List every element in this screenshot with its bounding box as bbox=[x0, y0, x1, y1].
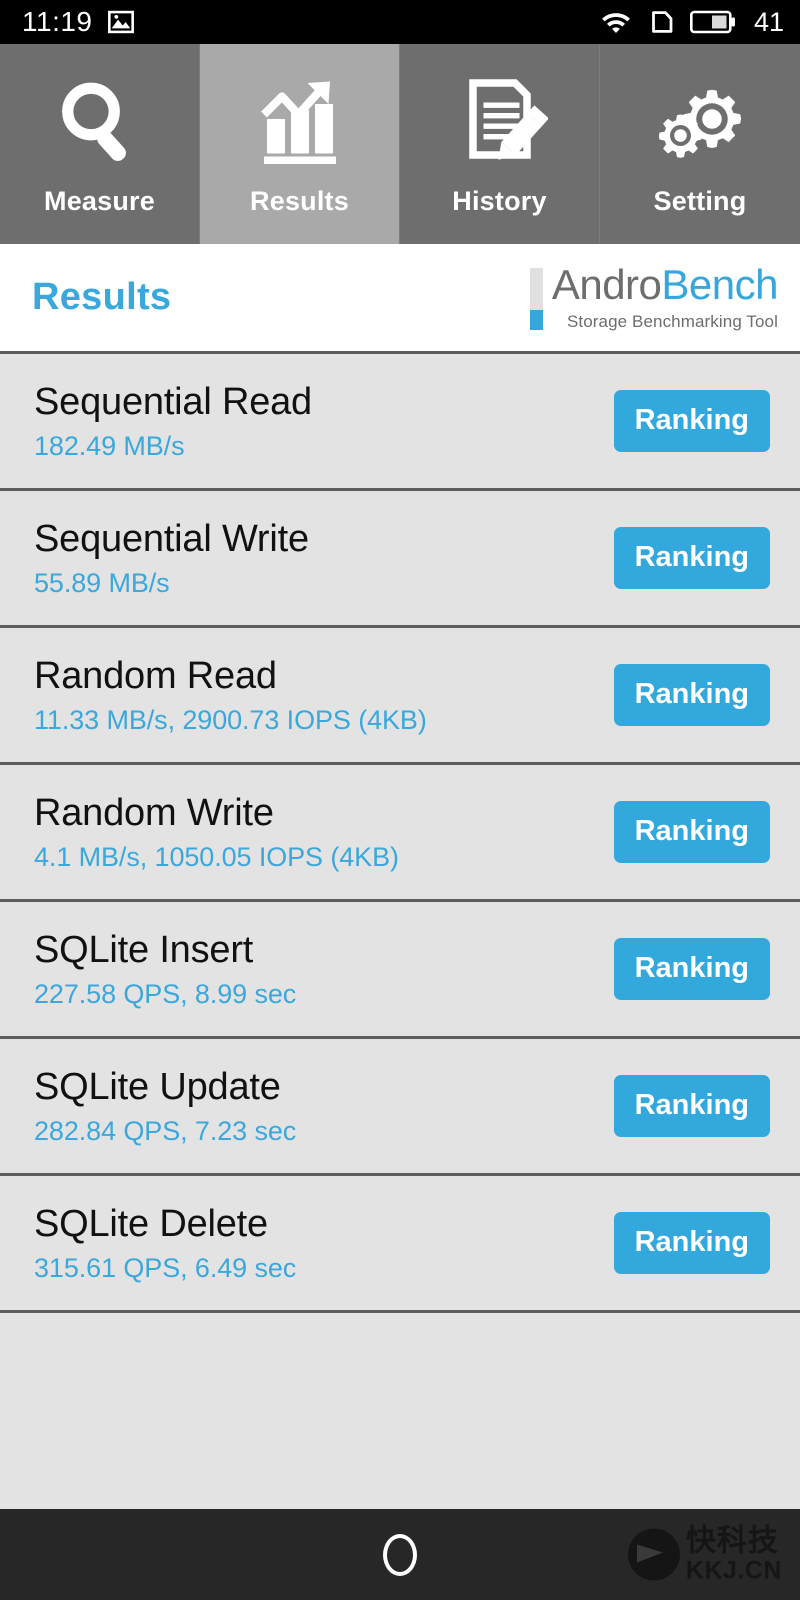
result-value: 11.33 MB/s, 2900.73 IOPS (4KB) bbox=[34, 705, 427, 736]
tab-setting[interactable]: Setting bbox=[600, 44, 800, 244]
status-bar-system-icons: 41 bbox=[600, 7, 784, 38]
logo-wordmark: AndroBench bbox=[551, 260, 779, 308]
result-texts: Sequential Write 55.89 MB/s bbox=[34, 517, 309, 600]
tab-label-results: Results bbox=[250, 186, 349, 216]
battery-level-label: 41 bbox=[753, 6, 784, 37]
wifi-icon bbox=[602, 13, 630, 33]
table-row[interactable]: Random Write 4.1 MB/s, 1050.05 IOPS (4KB… bbox=[0, 765, 800, 902]
watermark-cn-label: 快科技 bbox=[685, 1524, 779, 1557]
logo-bar-top bbox=[529, 267, 543, 310]
tab-label-measure: Measure bbox=[44, 186, 155, 216]
status-bar-notification-icons bbox=[107, 8, 135, 36]
document-pencil-icon bbox=[452, 72, 548, 172]
result-texts: SQLite Delete 315.61 QPS, 6.49 sec bbox=[34, 1202, 296, 1285]
table-row[interactable]: SQLite Update 282.84 QPS, 7.23 sec Ranki… bbox=[0, 1039, 800, 1176]
result-name: Sequential Read bbox=[34, 380, 312, 423]
watermark: 快科技 KKJ.CN bbox=[627, 1526, 782, 1583]
logo-accent-bar bbox=[529, 267, 543, 330]
result-texts: Sequential Read 182.49 MB/s bbox=[34, 380, 312, 463]
result-value: 55.89 MB/s bbox=[34, 568, 170, 599]
table-row[interactable]: SQLite Delete 315.61 QPS, 6.49 sec Ranki… bbox=[0, 1176, 800, 1313]
result-value: 4.1 MB/s, 1050.05 IOPS (4KB) bbox=[34, 842, 399, 873]
battery-icon bbox=[689, 10, 735, 34]
tab-label-setting: Setting bbox=[653, 186, 747, 216]
table-row[interactable]: SQLite Insert 227.58 QPS, 8.99 sec Ranki… bbox=[0, 902, 800, 1039]
logo-word-andro: Andro bbox=[551, 260, 662, 308]
result-texts: Random Read 11.33 MB/s, 2900.73 IOPS (4K… bbox=[34, 654, 427, 737]
result-name: SQLite Delete bbox=[34, 1202, 268, 1245]
status-bar: 11:19 41 bbox=[0, 0, 800, 44]
ranking-button[interactable]: Ranking bbox=[613, 938, 770, 1000]
result-name: SQLite Update bbox=[34, 1065, 281, 1108]
tab-results[interactable]: Results bbox=[200, 44, 400, 244]
ranking-button[interactable]: Ranking bbox=[613, 1075, 770, 1137]
result-value: 315.61 QPS, 6.49 sec bbox=[34, 1253, 297, 1284]
status-bar-clock: 11:19 bbox=[22, 6, 93, 37]
magnifier-icon bbox=[52, 72, 148, 172]
system-navigation-bar: 快科技 KKJ.CN bbox=[0, 1509, 800, 1600]
watermark-text: 快科技 KKJ.CN bbox=[686, 1526, 782, 1583]
watermark-url-label: KKJ.CN bbox=[685, 1556, 782, 1584]
logo-tagline: Storage Benchmarking Tool bbox=[566, 311, 778, 331]
results-list: Sequential Read 182.49 MB/s Ranking Sequ… bbox=[0, 351, 800, 1509]
ranking-button[interactable]: Ranking bbox=[613, 664, 770, 726]
watermark-logo-icon bbox=[627, 1528, 680, 1581]
main-tab-bar: Measure Results History Setting bbox=[0, 44, 800, 244]
table-row[interactable]: Sequential Write 55.89 MB/s Ranking bbox=[0, 491, 800, 628]
result-name: Random Write bbox=[34, 791, 274, 834]
ranking-button[interactable]: Ranking bbox=[613, 390, 770, 452]
tab-measure[interactable]: Measure bbox=[0, 44, 200, 244]
logo-word-bench: Bench bbox=[661, 260, 778, 308]
app-root: 11:19 41 Measure Results History Setting… bbox=[0, 0, 800, 1600]
ranking-button[interactable]: Ranking bbox=[613, 801, 770, 863]
result-texts: SQLite Insert 227.58 QPS, 8.99 sec bbox=[34, 928, 296, 1011]
bar-chart-arrow-icon bbox=[252, 72, 348, 172]
table-row[interactable]: Sequential Read 182.49 MB/s Ranking bbox=[0, 354, 800, 491]
result-name: SQLite Insert bbox=[34, 928, 254, 971]
result-name: Random Read bbox=[34, 654, 277, 697]
tab-label-history: History bbox=[452, 186, 547, 216]
sim-card-icon bbox=[652, 11, 673, 33]
page-header: Results AndroBench Storage Benchmarking … bbox=[0, 244, 800, 351]
result-texts: SQLite Update 282.84 QPS, 7.23 sec bbox=[34, 1065, 296, 1148]
result-value: 282.84 QPS, 7.23 sec bbox=[34, 1116, 297, 1147]
ranking-button[interactable]: Ranking bbox=[613, 527, 770, 589]
home-circle-icon[interactable] bbox=[383, 1533, 417, 1576]
result-value: 227.58 QPS, 8.99 sec bbox=[34, 979, 297, 1010]
logo-bar-bottom bbox=[529, 309, 543, 330]
result-texts: Random Write 4.1 MB/s, 1050.05 IOPS (4KB… bbox=[34, 791, 399, 874]
androbench-logo: AndroBench Storage Benchmarking Tool bbox=[529, 260, 779, 332]
table-row[interactable]: Random Read 11.33 MB/s, 2900.73 IOPS (4K… bbox=[0, 628, 800, 765]
logo-text-block: AndroBench Storage Benchmarking Tool bbox=[551, 260, 779, 332]
gears-icon bbox=[652, 72, 748, 172]
tab-history[interactable]: History bbox=[400, 44, 600, 244]
ranking-button[interactable]: Ranking bbox=[613, 1212, 770, 1274]
page-title: Results bbox=[32, 276, 172, 318]
image-icon bbox=[107, 10, 134, 34]
result-value: 182.49 MB/s bbox=[34, 431, 185, 462]
result-name: Sequential Write bbox=[34, 517, 309, 560]
